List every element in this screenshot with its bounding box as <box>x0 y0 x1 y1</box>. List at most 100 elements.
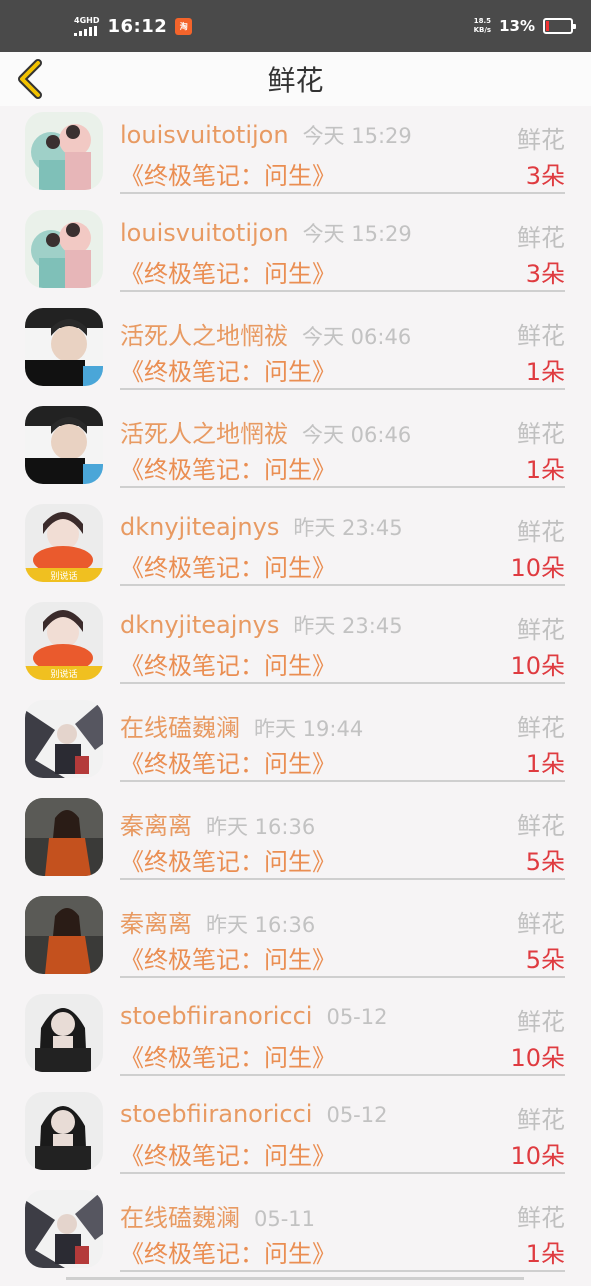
timestamp: 05-12 <box>326 1005 387 1029</box>
name-line: dknyjiteajnys 昨天 23:45 <box>120 610 403 640</box>
book-title[interactable]: 《终极笔记：问生》 <box>120 352 336 387</box>
avatar[interactable] <box>25 112 103 190</box>
back-button[interactable] <box>14 59 48 99</box>
list-item[interactable]: 秦离离昨天 16:36鲜花《终极笔记：问生》5朵 <box>0 894 591 992</box>
avatar[interactable] <box>25 994 103 1072</box>
sender-name[interactable]: dknyjiteajnys <box>120 611 279 639</box>
name-line: dknyjiteajnys 昨天 23:45 <box>120 512 403 542</box>
gift-type-label: 鲜花 <box>517 218 565 253</box>
avatar[interactable]: 别说话 <box>25 504 103 582</box>
book-title[interactable]: 《终极笔记：问生》 <box>120 744 336 779</box>
list-item[interactable]: 在线磕巍澜昨天 19:44鲜花《终极笔记：问生》1朵 <box>0 698 591 796</box>
timestamp: 昨天 23:45 <box>293 512 402 542</box>
timestamp: 05-11 <box>254 1207 315 1231</box>
battery-icon <box>543 18 573 34</box>
clock: 16:12 <box>107 16 167 37</box>
network-type: 4GHD <box>74 17 99 25</box>
sender-name[interactable]: 在线磕巍澜 <box>120 708 240 743</box>
gift-type-label: 鲜花 <box>517 708 565 743</box>
book-title[interactable]: 《终极笔记：问生》 <box>120 1234 336 1269</box>
divider <box>120 486 565 488</box>
gift-type-label: 鲜花 <box>517 316 565 351</box>
flower-count: 1朵 <box>526 352 565 387</box>
flower-count: 1朵 <box>526 450 565 485</box>
name-line: stoebfiiranoricci 05-12 <box>120 1002 387 1030</box>
sender-name[interactable]: dknyjiteajnys <box>120 513 279 541</box>
gift-type-label: 鲜花 <box>517 1198 565 1233</box>
speed-value: 18.5 <box>474 17 491 26</box>
avatar[interactable] <box>25 308 103 386</box>
timestamp: 昨天 19:44 <box>254 713 363 743</box>
list-item[interactable]: stoebfiiranoricci05-12鲜花《终极笔记：问生》10朵 <box>0 992 591 1090</box>
divider <box>120 290 565 292</box>
flower-list: louisvuitotijon今天 15:29鲜花《终极笔记：问生》3朵loui… <box>0 110 591 1286</box>
list-item[interactable]: stoebfiiranoricci05-12鲜花《终极笔记：问生》10朵 <box>0 1090 591 1188</box>
divider <box>120 584 565 586</box>
sender-name[interactable]: stoebfiiranoricci <box>120 1002 312 1030</box>
list-item[interactable]: 秦离离昨天 16:36 鲜花《终极笔记：问生》 5朵 <box>0 796 591 894</box>
sender-name[interactable]: louisvuitotijon <box>120 219 289 247</box>
book-title[interactable]: 《终极笔记：问生》 <box>120 254 336 289</box>
timestamp: 昨天 23:45 <box>293 610 402 640</box>
book-title[interactable]: 《终极笔记：问生》 <box>120 646 336 681</box>
sender-name[interactable]: 秦离离 <box>120 806 192 841</box>
flower-count: 10朵 <box>510 548 565 583</box>
flower-count: 1朵 <box>526 1234 565 1269</box>
sender-name[interactable]: 活死人之地惘祓 <box>120 316 288 351</box>
divider <box>120 976 565 978</box>
gift-type-label: 鲜花 <box>517 610 565 645</box>
avatar[interactable] <box>25 1190 103 1268</box>
status-right: 18.5 KB/s 13% <box>474 17 573 35</box>
divider <box>120 388 565 390</box>
status-bar: 4GHD 16:12 淘 18.5 KB/s 13% <box>0 0 591 52</box>
sender-name[interactable]: stoebfiiranoricci <box>120 1100 312 1128</box>
divider <box>120 1074 565 1076</box>
book-title[interactable]: 《终极笔记：问生》 <box>120 548 336 583</box>
avatar[interactable] <box>25 210 103 288</box>
chevron-left-icon <box>16 59 46 99</box>
avatar[interactable] <box>25 406 103 484</box>
flower-count: 5朵 <box>526 842 565 877</box>
name-line: louisvuitotijon今天 15:29 <box>120 120 412 150</box>
sender-name[interactable]: 在线磕巍澜 <box>120 1198 240 1233</box>
svg-text:别说话: 别说话 <box>50 668 77 680</box>
book-title[interactable]: 《终极笔记：问生》 <box>120 1136 336 1171</box>
avatar[interactable] <box>25 1092 103 1170</box>
sender-name[interactable]: louisvuitotijon <box>120 121 289 149</box>
book-title[interactable]: 《终极笔记：问生》 <box>120 940 336 975</box>
status-left: 4GHD 16:12 淘 <box>74 16 192 37</box>
list-item[interactable]: 别说话 dknyjiteajnys 昨天 23:45 鲜花《终极笔记：问生》 10朵 <box>0 502 591 600</box>
list-item[interactable]: louisvuitotijon今天 15:29 鲜花《终极笔记：问生》 3朵 <box>0 208 591 306</box>
list-item[interactable]: louisvuitotijon今天 15:29鲜花《终极笔记：问生》3朵 <box>0 110 591 208</box>
list-item[interactable]: 活死人之地惘祓今天 06:46 鲜花《终极笔记：问生》 1朵 <box>0 306 591 404</box>
avatar[interactable]: 别说话 <box>25 602 103 680</box>
divider <box>120 1270 565 1272</box>
sender-name[interactable]: 秦离离 <box>120 904 192 939</box>
svg-text:别说话: 别说话 <box>50 570 77 582</box>
gift-type-label: 鲜花 <box>517 904 565 939</box>
sender-name[interactable]: 活死人之地惘祓 <box>120 414 288 449</box>
gift-type-label: 鲜花 <box>517 1100 565 1135</box>
name-line: louisvuitotijon今天 15:29 <box>120 218 412 248</box>
flower-count: 3朵 <box>526 254 565 289</box>
name-line: 活死人之地惘祓今天 06:46 <box>120 316 411 351</box>
book-title[interactable]: 《终极笔记：问生》 <box>120 842 336 877</box>
book-title[interactable]: 《终极笔记：问生》 <box>120 1038 336 1073</box>
avatar[interactable] <box>25 700 103 778</box>
page-title: 鲜花 <box>267 59 323 99</box>
book-title[interactable]: 《终极笔记：问生》 <box>120 156 336 191</box>
speed-unit: KB/s <box>474 26 491 35</box>
gift-type-label: 鲜花 <box>517 806 565 841</box>
list-item[interactable]: 在线磕巍澜 05-11 鲜花《终极笔记：问生》 1朵 <box>0 1188 591 1286</box>
book-title[interactable]: 《终极笔记：问生》 <box>120 450 336 485</box>
name-line: 活死人之地惘祓今天 06:46 <box>120 414 411 449</box>
flower-count: 10朵 <box>510 1038 565 1073</box>
gift-type-label: 鲜花 <box>517 512 565 547</box>
flower-count: 10朵 <box>510 1136 565 1171</box>
timestamp: 昨天 16:36 <box>206 909 315 939</box>
avatar[interactable] <box>25 896 103 974</box>
list-item[interactable]: 活死人之地惘祓今天 06:46鲜花《终极笔记：问生》1朵 <box>0 404 591 502</box>
list-item[interactable]: 别说话dknyjiteajnys昨天 23:45鲜花《终极笔记：问生》10朵 <box>0 600 591 698</box>
name-line: 秦离离昨天 16:36 <box>120 806 315 841</box>
avatar[interactable] <box>25 798 103 876</box>
